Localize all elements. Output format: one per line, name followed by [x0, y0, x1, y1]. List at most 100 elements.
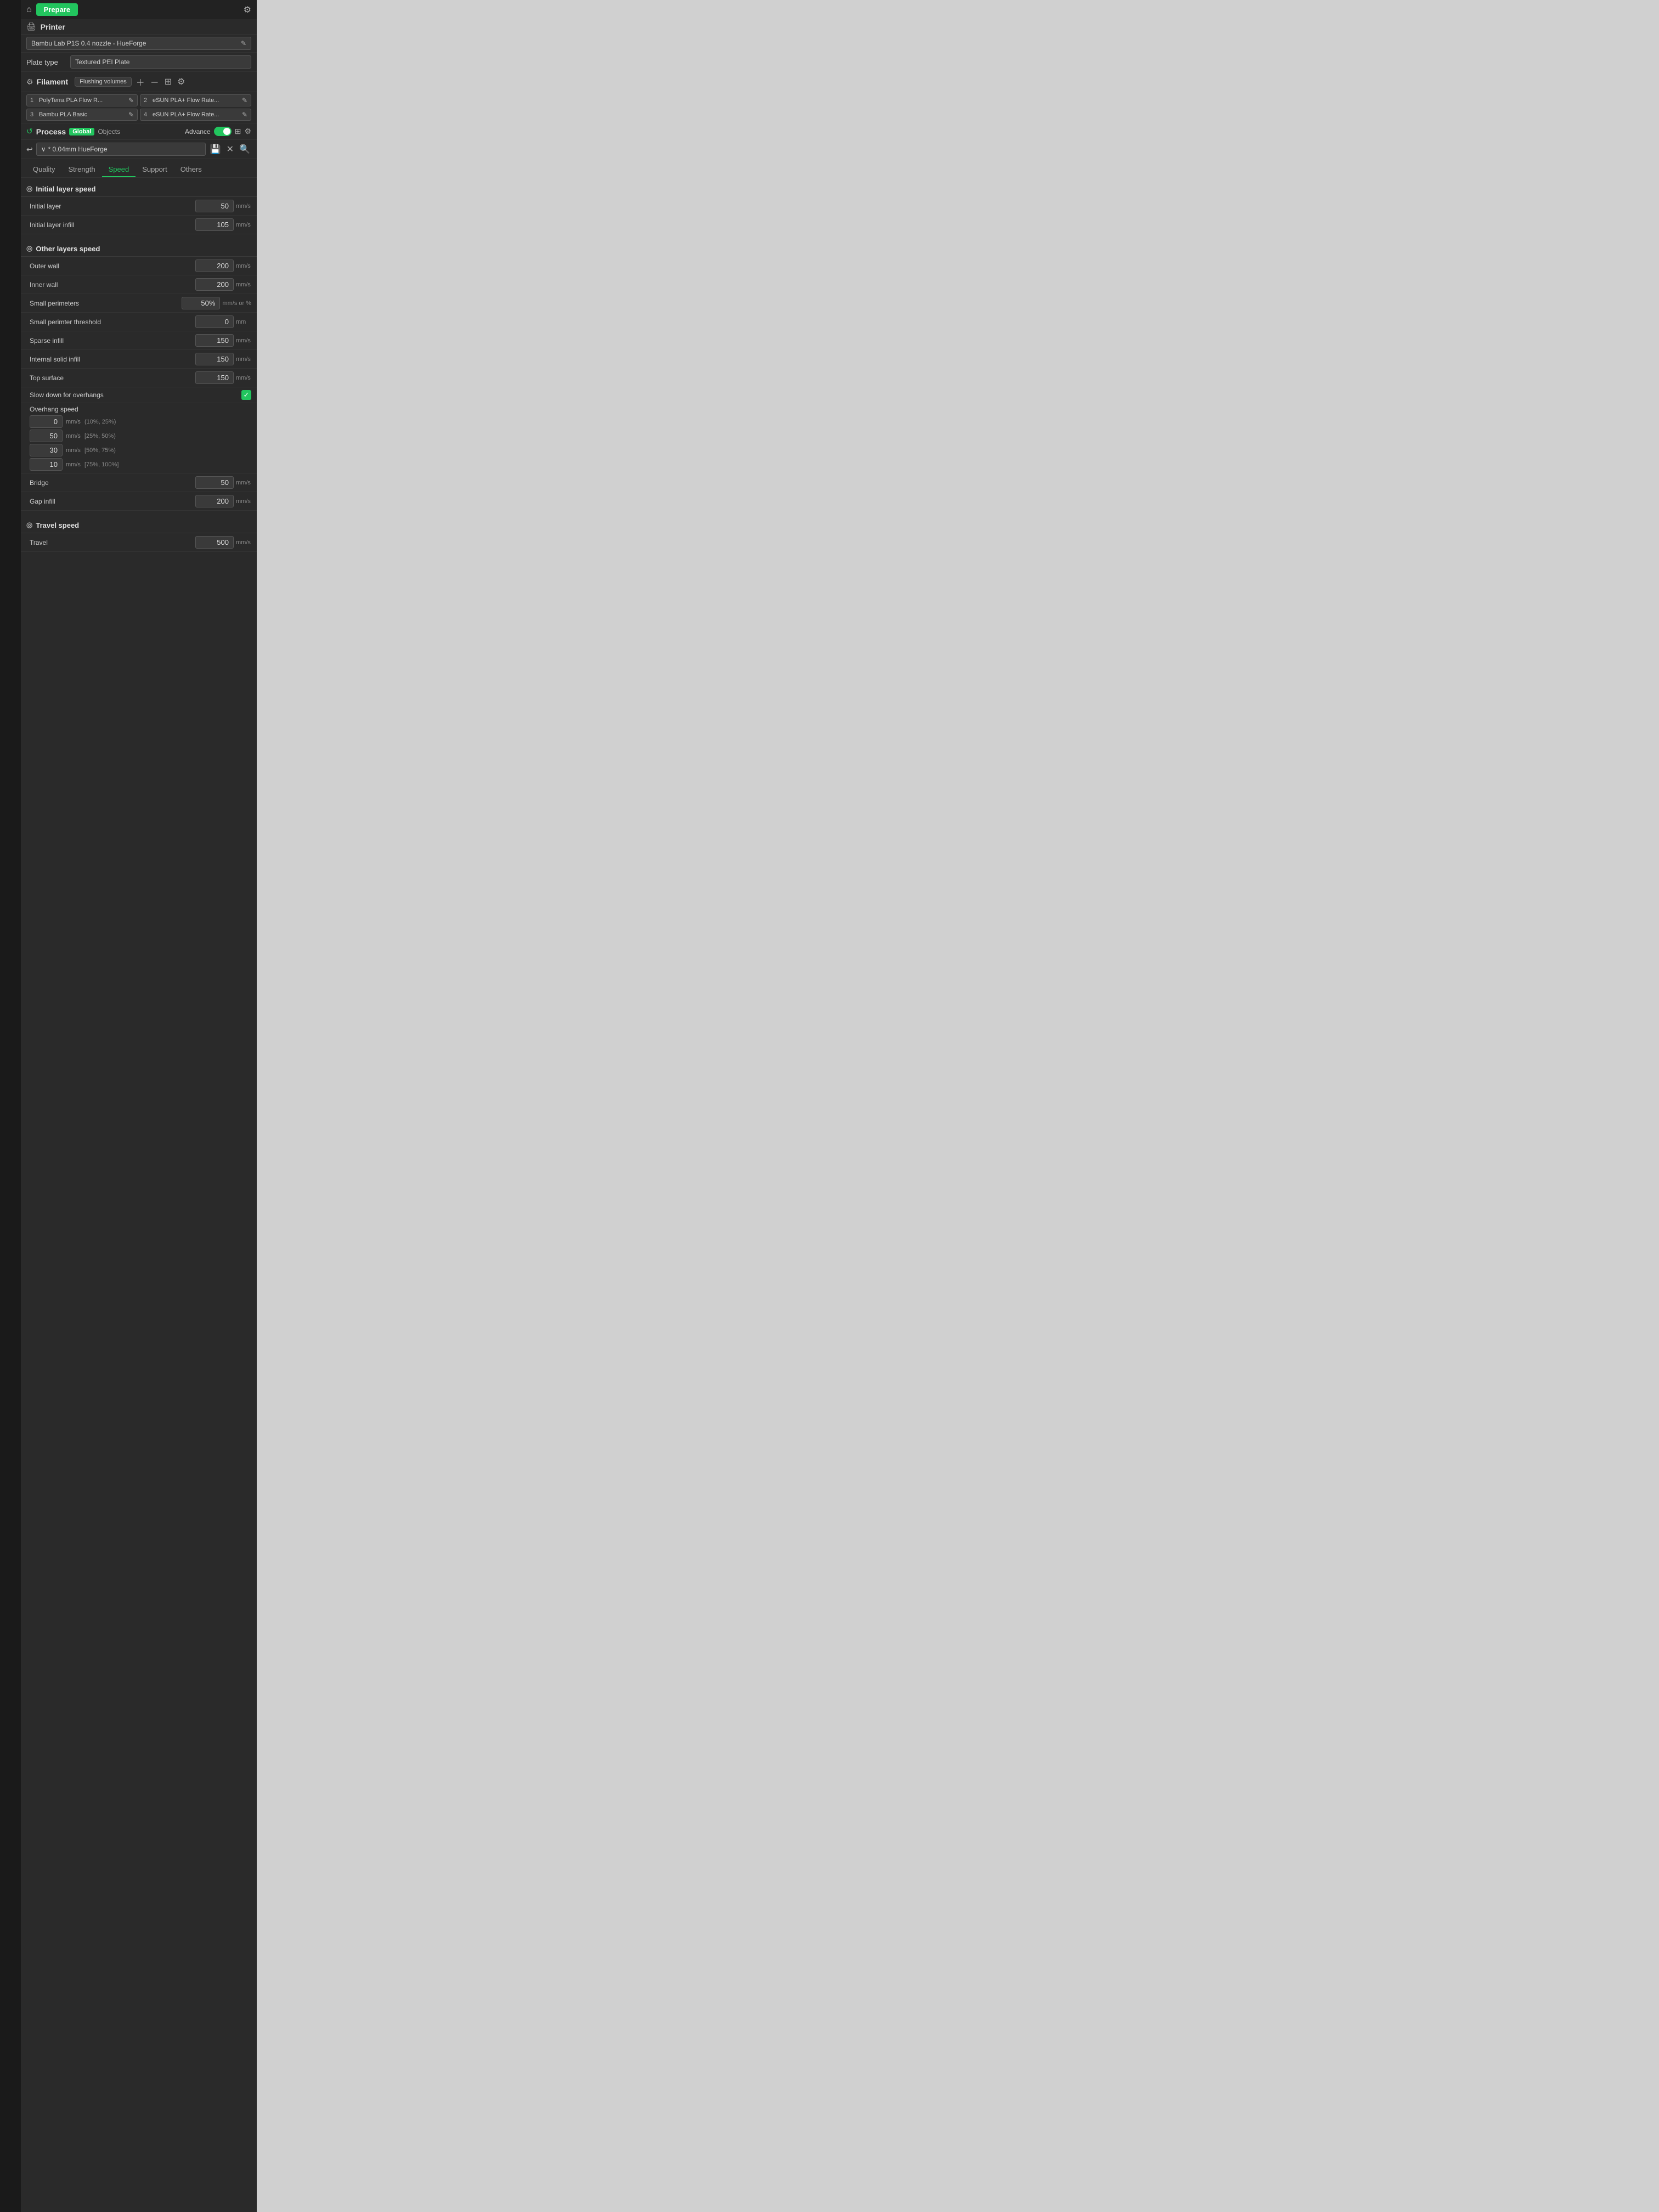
outer-wall-row: Outer wall mm/s [21, 257, 257, 275]
printer-name-select[interactable]: Bambu Lab P1S 0.4 nozzle - HueForge ✎ [26, 37, 251, 50]
tab-support[interactable]: Support [136, 162, 174, 177]
slow-down-overhangs-label: Slow down for overhangs [30, 391, 241, 399]
initial-layer-input[interactable] [195, 200, 234, 212]
bridge-unit: mm/s [236, 479, 251, 486]
printer-edit-icon[interactable]: ✎ [241, 40, 246, 47]
process-header: ↺ Process Global Objects Advance ⊞ ⚙ [21, 123, 257, 140]
global-badge[interactable]: Global [69, 128, 94, 136]
overhang-input-0[interactable] [30, 415, 63, 428]
remove-filament-button[interactable]: － [149, 75, 160, 88]
filament-item-4[interactable]: 4 eSUN PLA+ Flow Rate... ✎ [140, 109, 251, 121]
top-bar: ⌂ Prepare ⚙ [21, 0, 257, 19]
profile-name: * 0.04mm HueForge [48, 145, 108, 153]
internal-solid-infill-input-wrap: mm/s [195, 353, 251, 365]
save-profile-icon[interactable]: 💾 [209, 144, 222, 155]
plate-type-row: Plate type Textured PEI Plate [21, 53, 257, 72]
small-perimeter-threshold-label: Small perimter threshold [30, 318, 195, 326]
profile-select[interactable]: ∨ * 0.04mm HueForge [36, 143, 206, 156]
tab-quality[interactable]: Quality [26, 162, 61, 177]
filament-edit-4[interactable]: ✎ [242, 111, 247, 119]
outer-wall-label: Outer wall [30, 262, 195, 270]
small-perimeter-threshold-unit: mm [236, 319, 251, 325]
travel-speed-label: Travel speed [36, 521, 79, 529]
gap-infill-input[interactable] [195, 495, 234, 507]
filament-grid: 1 PolyTerra PLA Flow R... ✎ 2 eSUN PLA+ … [21, 92, 257, 123]
small-perimeters-row: Small perimeters mm/s or % [21, 294, 257, 313]
overhang-unit-3: mm/s [66, 461, 81, 468]
gap-infill-input-wrap: mm/s [195, 495, 251, 507]
list-view-icon[interactable]: ⚙ [244, 127, 251, 136]
top-surface-input-wrap: mm/s [195, 371, 251, 384]
outer-wall-input[interactable] [195, 259, 234, 272]
travel-unit: mm/s [236, 539, 251, 546]
flushing-volumes-button[interactable]: Flushing volumes [75, 77, 132, 87]
printer-name-row: Bambu Lab P1S 0.4 nozzle - HueForge ✎ [21, 35, 257, 53]
initial-layer-infill-unit: mm/s [236, 222, 251, 228]
filament-options-button[interactable]: ⊞ [163, 76, 173, 87]
advance-label: Advance [185, 128, 211, 136]
overhang-unit-1: mm/s [66, 433, 81, 439]
filament-item-3[interactable]: 3 Bambu PLA Basic ✎ [26, 109, 138, 121]
profile-arrow: ∨ [41, 145, 46, 153]
internal-solid-infill-input[interactable] [195, 353, 234, 365]
close-profile-icon[interactable]: ✕ [225, 144, 235, 155]
home-icon[interactable]: ⌂ [26, 5, 32, 15]
small-perimeters-label: Small perimeters [30, 300, 182, 307]
internal-solid-infill-unit: mm/s [236, 356, 251, 363]
grid-view-icon[interactable]: ⊞ [235, 127, 241, 136]
overhang-unit-2: mm/s [66, 447, 81, 454]
overhang-row-0: mm/s (10%, 25%) [30, 415, 251, 428]
advance-row: Advance ⊞ ⚙ [185, 127, 251, 136]
sparse-infill-input[interactable] [195, 334, 234, 347]
sparse-infill-label: Sparse infill [30, 337, 195, 345]
filament-num-3: 3 [30, 111, 37, 118]
small-perimeters-input-wrap: mm/s or % [182, 297, 251, 309]
add-filament-button[interactable]: ＋ [135, 75, 146, 88]
filament-gear-button[interactable]: ⚙ [176, 76, 186, 87]
overhang-input-2[interactable] [30, 444, 63, 456]
filament-item-1[interactable]: 1 PolyTerra PLA Flow R... ✎ [26, 94, 138, 106]
initial-layer-speed-header: ◎ Initial layer speed [21, 181, 257, 197]
filament-item-2[interactable]: 2 eSUN PLA+ Flow Rate... ✎ [140, 94, 251, 106]
plate-type-select[interactable]: Textured PEI Plate [70, 55, 251, 69]
filament-edit-3[interactable]: ✎ [128, 111, 134, 119]
filament-name-1: PolyTerra PLA Flow R... [39, 97, 123, 104]
overhang-input-1[interactable] [30, 430, 63, 442]
search-profile-icon[interactable]: 🔍 [238, 144, 251, 155]
overhang-range-3: [75%, 100%] [84, 461, 128, 468]
filament-edit-1[interactable]: ✎ [128, 97, 134, 104]
travel-speed-icon: ◎ [26, 521, 32, 529]
overhang-range-2: [50%, 75%) [84, 447, 128, 454]
settings-gear-icon[interactable]: ⚙ [244, 4, 251, 15]
tab-others[interactable]: Others [174, 162, 208, 177]
tab-speed[interactable]: Speed [102, 162, 136, 177]
travel-input[interactable] [195, 536, 234, 549]
inner-wall-input[interactable] [195, 278, 234, 291]
bridge-input[interactable] [195, 476, 234, 489]
bridge-label: Bridge [30, 479, 195, 487]
settings-scroll[interactable]: ◎ Initial layer speed Initial layer mm/s… [21, 178, 257, 562]
small-perimeter-threshold-input[interactable] [195, 315, 234, 328]
top-surface-label: Top surface [30, 374, 195, 382]
bridge-input-wrap: mm/s [195, 476, 251, 489]
advance-toggle[interactable] [214, 127, 232, 136]
initial-layer-infill-input[interactable] [195, 218, 234, 231]
travel-speed-header: ◎ Travel speed [21, 517, 257, 533]
filament-edit-2[interactable]: ✎ [242, 97, 247, 104]
overhang-input-3[interactable] [30, 458, 63, 471]
small-perimeters-input[interactable] [182, 297, 220, 309]
outer-wall-input-wrap: mm/s [195, 259, 251, 272]
slow-down-overhangs-checkbox[interactable]: ✓ [241, 390, 251, 400]
tab-strength[interactable]: Strength [61, 162, 101, 177]
initial-layer-infill-label: Initial layer infill [30, 221, 195, 229]
prepare-button[interactable]: Prepare [36, 3, 78, 16]
initial-layer-input-wrap: mm/s [195, 200, 251, 212]
initial-layer-unit: mm/s [236, 203, 251, 210]
objects-label[interactable]: Objects [98, 128, 120, 136]
small-perimeter-threshold-row: Small perimter threshold mm [21, 313, 257, 331]
inner-wall-input-wrap: mm/s [195, 278, 251, 291]
initial-layer-infill-input-wrap: mm/s [195, 218, 251, 231]
top-surface-input[interactable] [195, 371, 234, 384]
process-icon: ↺ [26, 127, 33, 136]
undo-icon[interactable]: ↩ [26, 145, 33, 154]
